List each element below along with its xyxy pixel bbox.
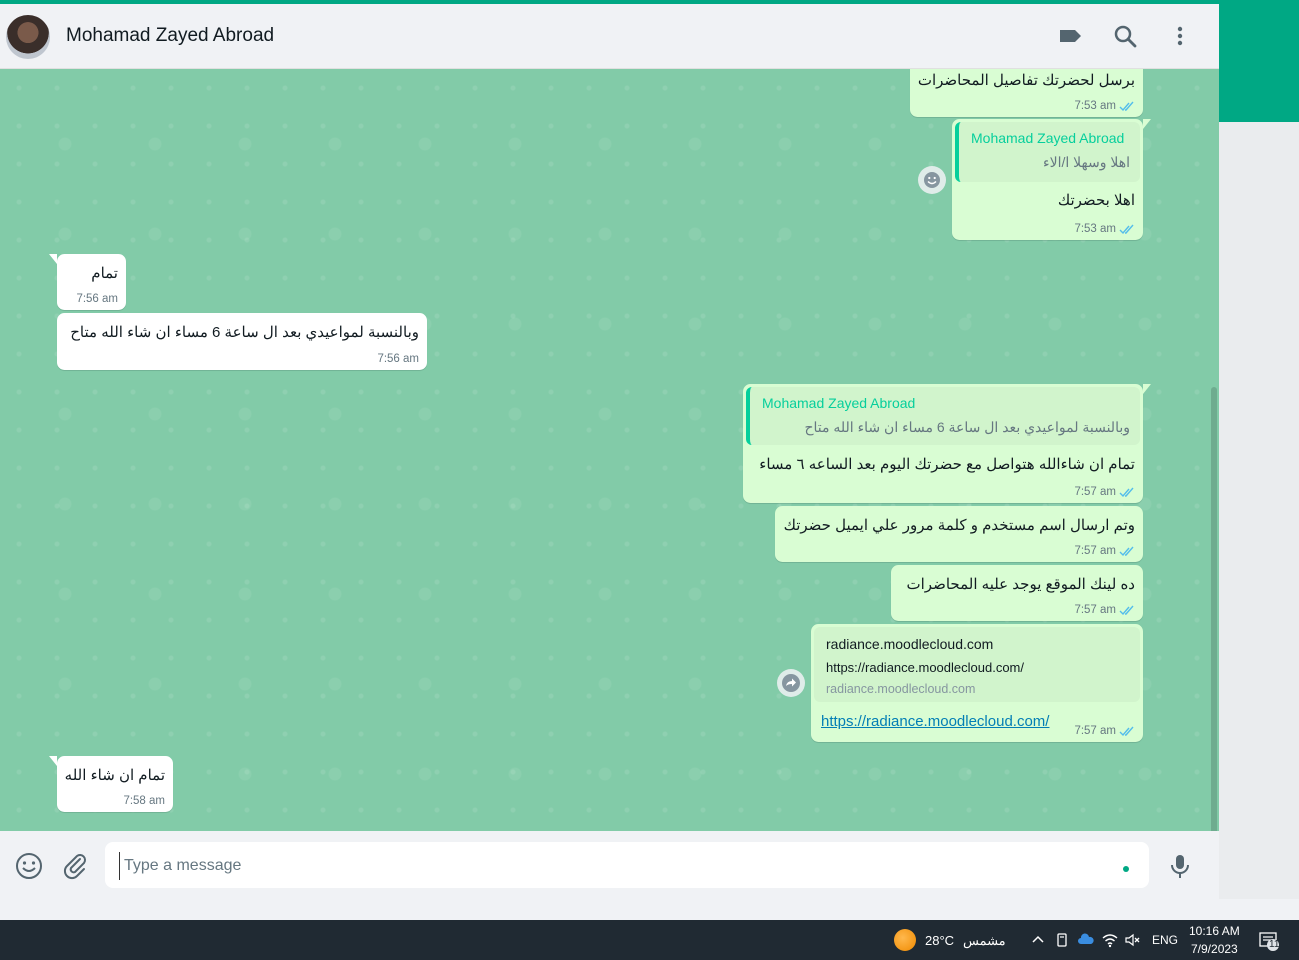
- message-text: تمام: [91, 265, 118, 282]
- quote-text: اهلا وسهلا ا/الاء: [1043, 154, 1130, 170]
- emoji-icon[interactable]: [14, 851, 44, 881]
- weather-sun-icon[interactable]: [894, 929, 916, 951]
- message-time: 7:56 am: [377, 353, 419, 365]
- forward-icon: [782, 674, 800, 692]
- message-time: 7:57 am: [1074, 545, 1116, 557]
- message-incoming[interactable]: تمام ان شاء الله 7:58 am: [49, 756, 173, 812]
- message-meta: 7:53 am: [1074, 100, 1135, 112]
- quote-text: وبالنسبة لمواعيدي بعد ال ساعة 6 مساء ان …: [804, 419, 1130, 435]
- message-outgoing[interactable]: وتم ارسال اسم مستخدم و كلمة مرور علي ايم…: [775, 506, 1143, 562]
- whatsapp-window: Mohamad Zayed Abroad برسل لحضرتك تفاصيل …: [0, 4, 1219, 899]
- window-bottom-gap: [0, 899, 1299, 920]
- input-language[interactable]: ENG: [1152, 933, 1178, 947]
- link-preview-description: https://radiance.moodlecloud.com/: [826, 660, 1024, 675]
- label-icon[interactable]: [1056, 22, 1084, 50]
- read-receipt-icon: [1119, 487, 1135, 498]
- message-meta: 7:57 am: [1074, 545, 1135, 557]
- menu-icon[interactable]: [1166, 22, 1194, 50]
- weather-label[interactable]: مشمس: [963, 933, 1006, 949]
- read-receipt-icon: [1119, 605, 1135, 616]
- message-text: وتم ارسال اسم مستخدم و كلمة مرور علي ايم…: [783, 517, 1135, 534]
- react-emoji-button[interactable]: [918, 166, 946, 194]
- volume-muted-icon[interactable]: [1124, 931, 1142, 949]
- mic-icon[interactable]: [1165, 851, 1195, 881]
- chat-scrollbar[interactable]: [1211, 387, 1217, 831]
- message-time: 7:58 am: [123, 795, 165, 807]
- link-preview-title: radiance.moodlecloud.com: [826, 636, 994, 652]
- message-link[interactable]: https://radiance.moodlecloud.com/: [821, 713, 1049, 730]
- background-accent: [1219, 0, 1299, 122]
- weather-temperature[interactable]: 28°C: [925, 933, 954, 948]
- message-outgoing-link[interactable]: radiance.moodlecloud.com https://radianc…: [811, 624, 1143, 742]
- chat-panel[interactable]: برسل لحضرتك تفاصيل المحاضرات 7:53 am Moh…: [0, 69, 1219, 831]
- quoted-message[interactable]: Mohamad Zayed Abroad وبالنسبة لمواعيدي ب…: [746, 387, 1140, 445]
- message-outgoing-reply[interactable]: Mohamad Zayed Abroad اهلا وسهلا ا/الاء ا…: [952, 119, 1151, 240]
- message-meta: 7:56 am: [76, 293, 118, 305]
- message-outgoing-reply[interactable]: Mohamad Zayed Abroad وبالنسبة لمواعيدي ب…: [743, 384, 1151, 503]
- message-composer: [0, 831, 1219, 899]
- quote-author: Mohamad Zayed Abroad: [762, 395, 916, 411]
- avatar[interactable]: [6, 15, 50, 59]
- read-receipt-icon: [1119, 224, 1135, 235]
- bubble-tail: [49, 254, 57, 264]
- quoted-message[interactable]: Mohamad Zayed Abroad اهلا وسهلا ا/الاء: [955, 122, 1140, 182]
- search-icon[interactable]: [1111, 22, 1139, 50]
- windows-taskbar: 28°C مشمس ENG 10:16 AM 7/9/2023 11: [0, 920, 1299, 960]
- bubble-tail: [1143, 119, 1151, 129]
- bubble-tail: [49, 756, 57, 766]
- message-text: برسل لحضرتك تفاصيل المحاضرات: [917, 72, 1135, 89]
- notification-icon[interactable]: 11: [1258, 930, 1280, 952]
- clock-date[interactable]: 7/9/2023: [1191, 942, 1238, 956]
- message-text: ده لينك الموقع يوجد عليه المحاضرات: [906, 576, 1135, 593]
- message-incoming[interactable]: تمام 7:56 am: [49, 254, 126, 310]
- contact-name[interactable]: Mohamad Zayed Abroad: [66, 25, 274, 47]
- chevron-up-icon[interactable]: [1029, 931, 1047, 949]
- message-input-container: [105, 842, 1149, 888]
- emoji-icon: [924, 172, 940, 188]
- message-time: 7:53 am: [1074, 223, 1116, 235]
- chat-header: Mohamad Zayed Abroad: [0, 4, 1219, 69]
- read-receipt-icon: [1119, 726, 1135, 737]
- background-panel: [1219, 122, 1299, 919]
- message-time: 7:57 am: [1074, 486, 1116, 498]
- attach-icon[interactable]: [60, 851, 90, 881]
- notification-count: 11: [1269, 939, 1280, 950]
- clock-time[interactable]: 10:16 AM: [1189, 924, 1240, 938]
- message-time: 7:57 am: [1074, 725, 1116, 737]
- message-meta: 7:57 am: [1074, 486, 1135, 498]
- cloud-sync-icon[interactable]: [1077, 931, 1095, 949]
- bubble-tail: [1143, 384, 1151, 394]
- message-meta: 7:57 am: [1074, 725, 1135, 737]
- message-text: وبالنسبة لمواعيدي بعد ال ساعة 6 مساء ان …: [70, 324, 419, 341]
- quote-author: Mohamad Zayed Abroad: [971, 130, 1125, 146]
- message-input[interactable]: [119, 852, 1106, 880]
- message-text: تمام ان شاء الله: [64, 767, 165, 784]
- message-outgoing[interactable]: ده لينك الموقع يوجد عليه المحاضرات 7:57 …: [891, 565, 1143, 621]
- message-time: 7:57 am: [1074, 604, 1116, 616]
- message-meta: 7:53 am: [1074, 223, 1135, 235]
- link-preview-card[interactable]: radiance.moodlecloud.com https://radianc…: [814, 627, 1140, 702]
- read-receipt-icon: [1119, 101, 1135, 112]
- message-time: 7:56 am: [76, 293, 118, 305]
- message-text: تمام ان شاءالله هتواصل مع حضرتك اليوم بع…: [759, 456, 1135, 473]
- message-meta: 7:57 am: [1074, 604, 1135, 616]
- read-receipt-icon: [1119, 546, 1135, 557]
- wifi-icon[interactable]: [1101, 931, 1119, 949]
- message-incoming[interactable]: وبالنسبة لمواعيدي بعد ال ساعة 6 مساء ان …: [57, 313, 427, 370]
- device-icon[interactable]: [1053, 931, 1071, 949]
- forward-button[interactable]: [777, 669, 805, 697]
- message-outgoing[interactable]: برسل لحضرتك تفاصيل المحاضرات 7:53 am: [910, 69, 1143, 117]
- message-text: اهلا بحضرتك: [1057, 192, 1135, 209]
- message-time: 7:53 am: [1074, 100, 1116, 112]
- message-meta: 7:58 am: [123, 795, 165, 807]
- message-meta: 7:56 am: [377, 353, 419, 365]
- status-dot: [1123, 866, 1129, 872]
- link-preview-domain: radiance.moodlecloud.com: [826, 682, 976, 696]
